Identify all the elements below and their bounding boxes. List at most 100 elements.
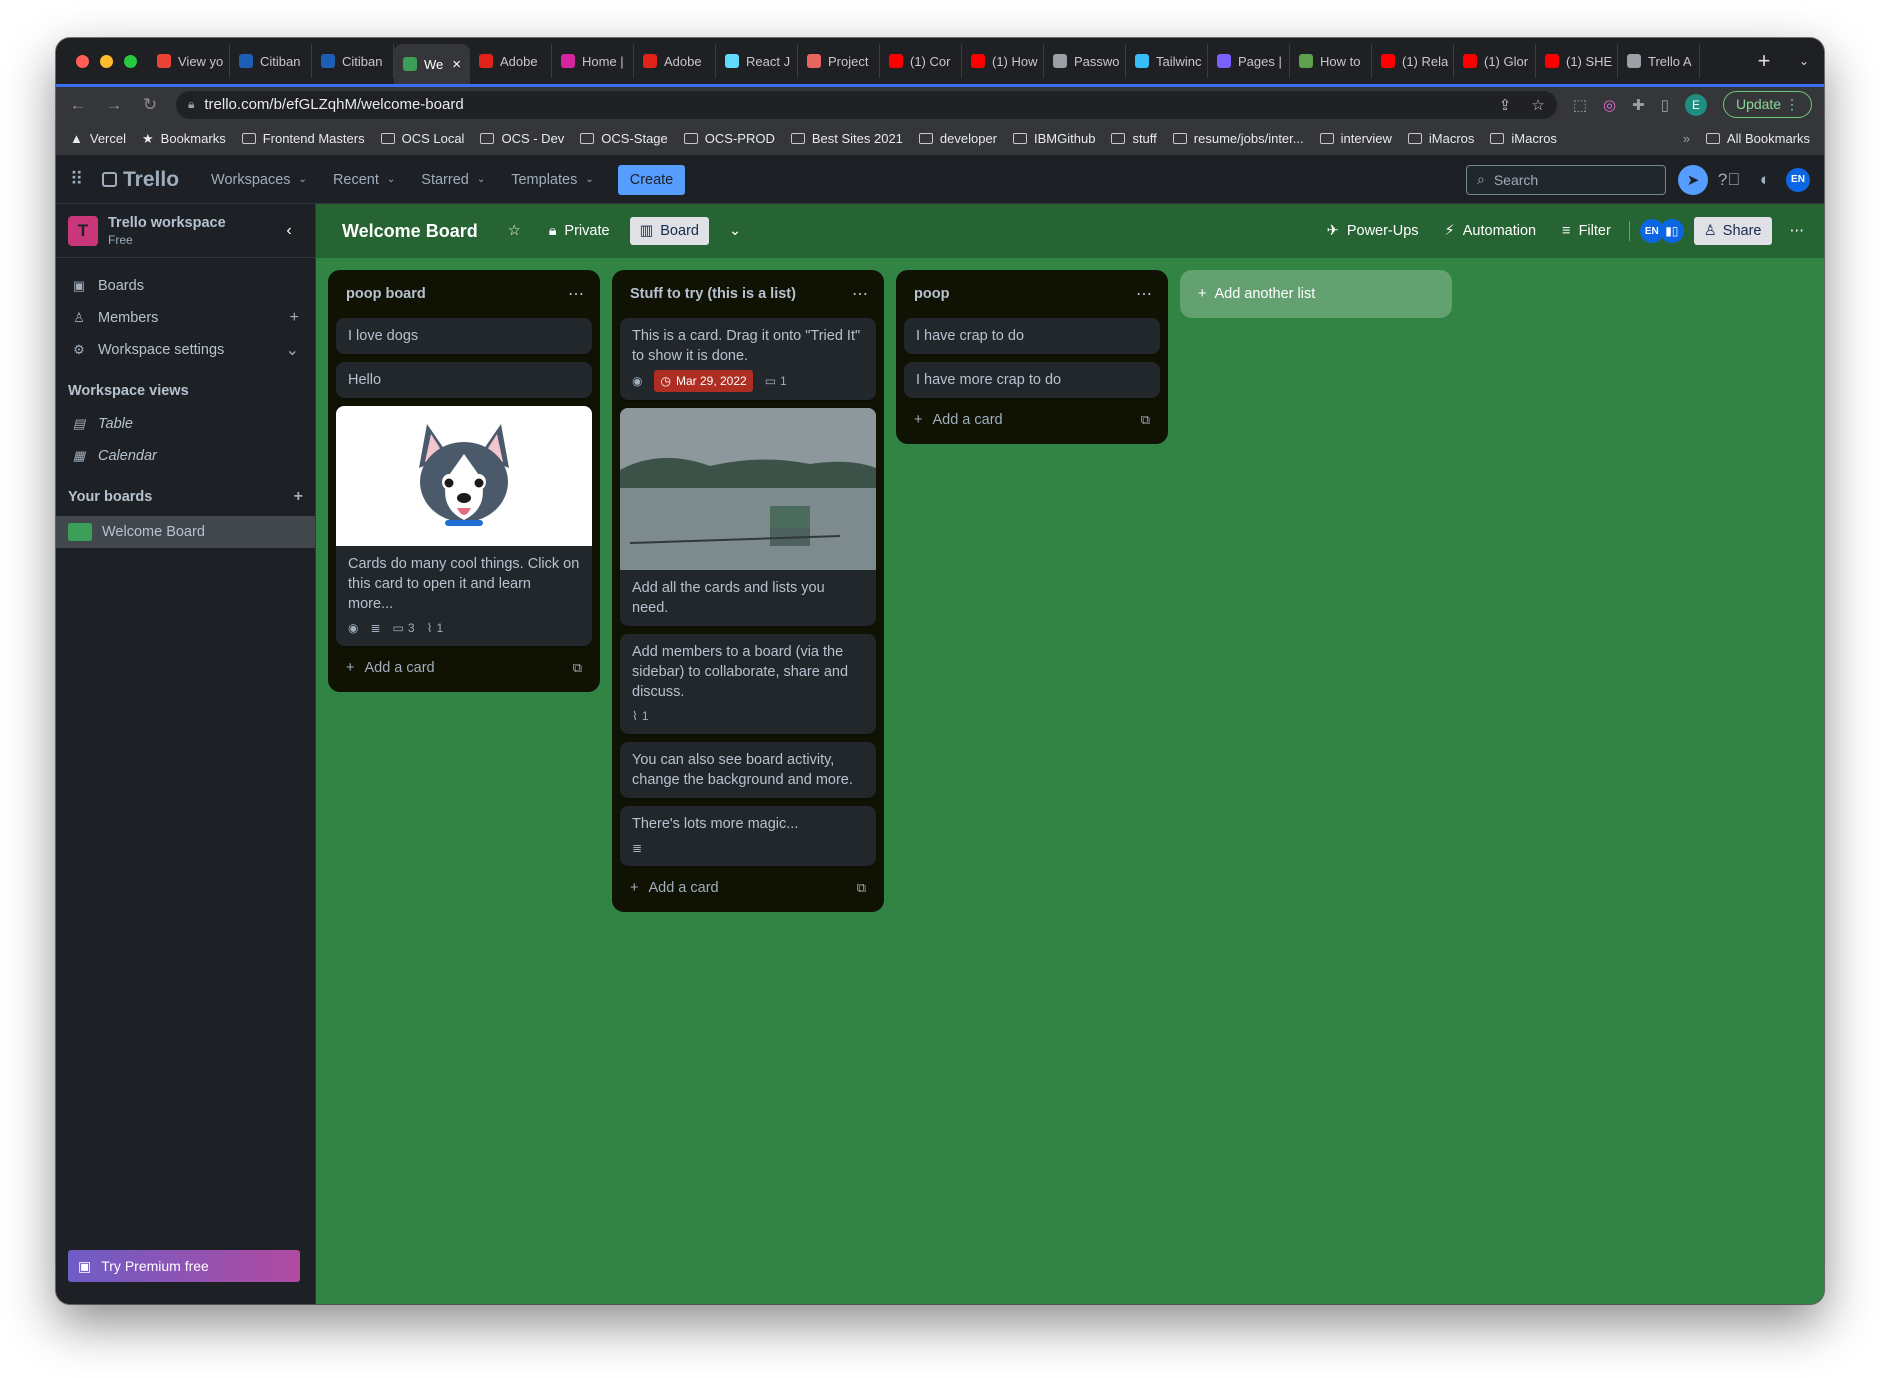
sidebar-item-table[interactable]: ▤ Table xyxy=(56,408,315,440)
workspace-name[interactable]: Trello workspace xyxy=(108,215,226,231)
more-bookmarks-icon[interactable]: » xyxy=(1683,131,1690,146)
powerups-button[interactable]: ✈ Power-Ups xyxy=(1319,217,1427,245)
due-date-badge[interactable]: ◷ Mar 29, 2022 xyxy=(654,370,753,392)
board-view-button[interactable]: ▥ Board xyxy=(629,217,709,245)
card[interactable]: Add members to a board (via the sidebar)… xyxy=(620,634,876,734)
close-icon[interactable]: × xyxy=(452,56,461,73)
sidebar-item-boards[interactable]: ▣ Boards xyxy=(56,270,315,302)
view-switcher-chevron-icon[interactable]: ⌄ xyxy=(721,217,749,245)
bookmark-item[interactable]: ▲ Vercel xyxy=(70,131,126,146)
bookmark-item[interactable]: OCS Local xyxy=(380,131,464,146)
browser-tab[interactable]: React J xyxy=(716,44,798,78)
collapse-sidebar-icon[interactable]: ‹ xyxy=(275,217,303,245)
bookmark-item[interactable]: Best Sites 2021 xyxy=(790,131,903,146)
bookmark-item[interactable]: OCS - Dev xyxy=(480,131,564,146)
minimize-window-button[interactable] xyxy=(100,54,113,68)
share-icon[interactable]: ⇪ xyxy=(1499,96,1512,114)
search-input[interactable]: ⌕ Search xyxy=(1466,164,1666,195)
browser-tab[interactable]: Pages | xyxy=(1208,44,1290,78)
browser-tab[interactable]: (1) Glor xyxy=(1454,44,1536,78)
list-title[interactable]: poop xyxy=(914,286,949,302)
close-window-button[interactable] xyxy=(76,54,89,68)
bookmark-item[interactable]: developer xyxy=(918,131,997,146)
theme-icon[interactable]: ◐ xyxy=(1750,170,1780,190)
chevron-down-icon[interactable]: ⌄ xyxy=(286,340,299,360)
browser-tab[interactable]: (1) SHE xyxy=(1536,44,1618,78)
add-board-icon[interactable]: + xyxy=(294,488,303,506)
list-menu-icon[interactable]: ⋯ xyxy=(568,284,584,304)
bookmark-item[interactable]: OCS-Stage xyxy=(580,131,668,146)
sidebar-item-calendar[interactable]: ▦ Calendar xyxy=(56,440,315,472)
try-premium-button[interactable]: ▣ Try Premium free xyxy=(68,1250,300,1282)
list-title[interactable]: poop board xyxy=(346,286,426,302)
browser-tab[interactable]: (1) How xyxy=(962,44,1044,78)
visibility-button[interactable]: 🔒︎ Private xyxy=(541,217,618,245)
maximize-window-button[interactable] xyxy=(124,54,137,68)
sidebar-item-workspace-settings[interactable]: ⚙ Workspace settings ⌄ xyxy=(56,334,315,366)
list-menu-icon[interactable]: ⋯ xyxy=(852,284,868,304)
extension-icon[interactable]: ⬚ xyxy=(1573,96,1587,114)
nav-workspaces[interactable]: Workspaces ⌄ xyxy=(201,166,317,194)
trello-logo[interactable]: Trello xyxy=(102,168,179,192)
browser-tab[interactable]: (1) Cor xyxy=(880,44,962,78)
sidepanel-icon[interactable]: ▯ xyxy=(1661,96,1669,114)
all-bookmarks[interactable]: All Bookmarks xyxy=(1705,131,1810,146)
browser-tab[interactable]: We × xyxy=(394,44,470,84)
bookmark-item[interactable]: resume/jobs/inter... xyxy=(1172,131,1304,146)
help-icon[interactable]: ?⃝ xyxy=(1714,170,1744,190)
board-menu-icon[interactable]: ⋯ xyxy=(1782,217,1813,245)
card[interactable]: I have more crap to do xyxy=(904,362,1160,398)
account-avatar[interactable]: EN xyxy=(1786,167,1810,192)
browser-tab[interactable]: View yo xyxy=(148,44,230,78)
bookmark-star-icon[interactable]: ☆ xyxy=(1531,96,1544,114)
card[interactable]: Add all the cards and lists you need. xyxy=(620,408,876,626)
browser-tab[interactable]: Adobe xyxy=(634,44,716,78)
board-title[interactable]: Welcome Board xyxy=(342,221,478,242)
browser-tab[interactable]: Project xyxy=(798,44,880,78)
bookmark-item[interactable]: Frontend Masters xyxy=(241,131,365,146)
browser-tab[interactable]: Passwo xyxy=(1044,44,1126,78)
tab-search-button[interactable]: ⌄ xyxy=(1784,54,1824,68)
bookmark-item[interactable]: OCS-PROD xyxy=(683,131,775,146)
card[interactable]: I have crap to do xyxy=(904,318,1160,354)
card-template-icon[interactable]: ⧉ xyxy=(1141,412,1150,428)
sidebar-board-welcome[interactable]: Welcome Board xyxy=(56,516,315,548)
browser-tab[interactable]: Home | xyxy=(552,44,634,78)
sidebar-item-members[interactable]: ♙ Members + xyxy=(56,302,315,334)
add-card-button[interactable]: + Add a card ⧉ xyxy=(904,402,1160,438)
card[interactable]: I love dogs xyxy=(336,318,592,354)
profile-avatar[interactable]: E xyxy=(1684,93,1707,116)
bookmark-item[interactable]: iMacros xyxy=(1407,131,1474,146)
back-icon[interactable]: ← xyxy=(68,95,88,115)
trello-member-icon[interactable]: ▮▯ xyxy=(1659,219,1684,243)
card[interactable]: You can also see board activity, change … xyxy=(620,742,876,798)
filter-button[interactable]: ≡ Filter xyxy=(1554,217,1619,245)
bookmark-item[interactable]: interview xyxy=(1319,131,1392,146)
card[interactable]: There's lots more magic... ≣ xyxy=(620,806,876,866)
bookmark-item[interactable]: ★ Bookmarks xyxy=(142,131,226,147)
browser-tab[interactable]: Adobe xyxy=(470,44,552,78)
list-menu-icon[interactable]: ⋯ xyxy=(1136,284,1152,304)
card[interactable]: Cards do many cool things. Click on this… xyxy=(336,406,592,646)
bookmark-item[interactable]: stuff xyxy=(1111,131,1157,146)
card-template-icon[interactable]: ⧉ xyxy=(573,660,582,676)
notifications-icon[interactable]: ➤ xyxy=(1678,164,1708,195)
nav-starred[interactable]: Starred ⌄ xyxy=(411,166,495,194)
browser-tab[interactable]: Trello A xyxy=(1618,44,1700,78)
add-card-button[interactable]: + Add a card ⧉ xyxy=(336,650,592,686)
puzzle-icon[interactable]: ✚ xyxy=(1632,96,1645,114)
add-another-list-button[interactable]: + Add another list xyxy=(1180,270,1452,318)
app-switcher-icon[interactable]: ⠿ xyxy=(70,169,96,190)
star-board-icon[interactable]: ☆ xyxy=(500,217,529,245)
bookmark-item[interactable]: IBMGithub xyxy=(1013,131,1095,146)
card[interactable]: Hello xyxy=(336,362,592,398)
browser-tab[interactable]: How to xyxy=(1290,44,1372,78)
automation-button[interactable]: ⚡︎ Automation xyxy=(1437,217,1545,245)
bookmark-item[interactable]: iMacros xyxy=(1490,131,1557,146)
add-member-icon[interactable]: + xyxy=(290,309,299,327)
update-button[interactable]: Update ⋮ xyxy=(1722,91,1812,118)
nav-templates[interactable]: Templates ⌄ xyxy=(501,166,603,194)
card[interactable]: This is a card. Drag it onto "Tried It" … xyxy=(620,318,876,400)
forward-icon[interactable]: → xyxy=(104,95,124,115)
browser-tab[interactable]: Tailwinc xyxy=(1126,44,1208,78)
